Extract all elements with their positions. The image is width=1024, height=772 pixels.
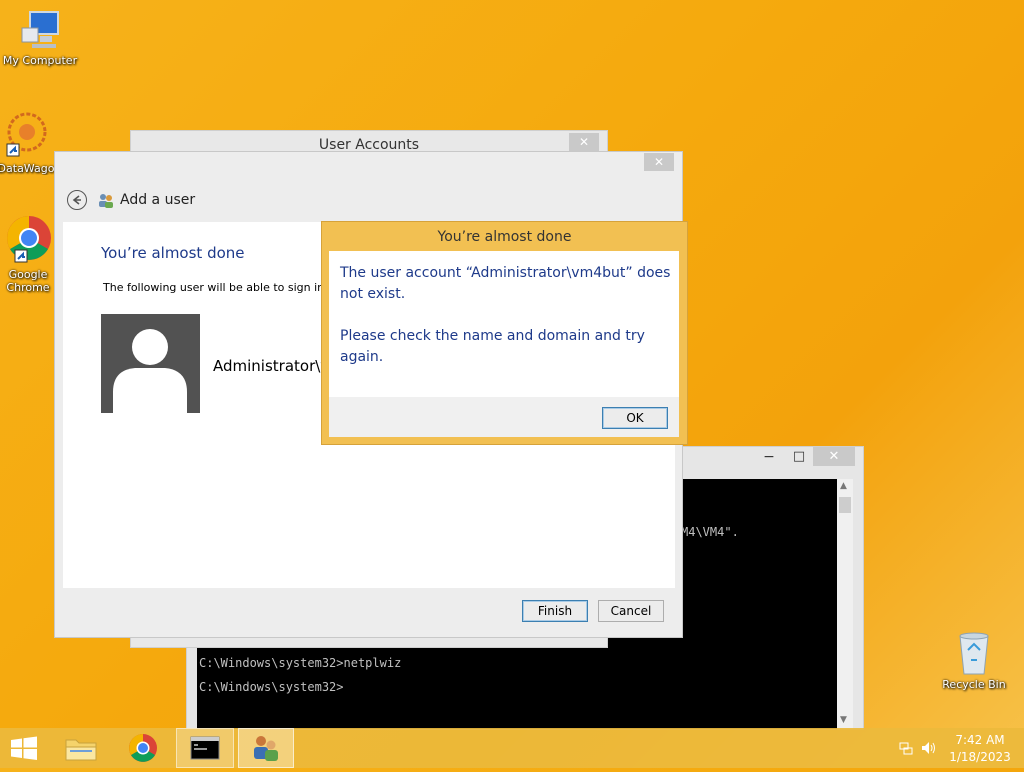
command-prompt-icon	[190, 736, 220, 760]
back-arrow-icon	[72, 195, 81, 205]
desktop-icon-chrome[interactable]: Google Chrome	[0, 214, 58, 294]
clock-date[interactable]: 1/18/2023	[944, 750, 1016, 764]
windows-logo-icon	[11, 736, 37, 760]
cmd-output-partial: M4\VM4".	[681, 525, 739, 539]
page-heading: You’re almost done	[101, 244, 245, 262]
desktop-icon-label: My Computer	[2, 54, 78, 67]
dialog-message-area: The user account “Administrator\vm4but” …	[329, 251, 679, 397]
volume-icon[interactable]	[921, 740, 937, 754]
datawago-icon	[3, 110, 49, 160]
scroll-down-icon[interactable]: ▼	[840, 715, 847, 725]
ok-button[interactable]: OK	[602, 407, 668, 429]
back-button[interactable]	[67, 190, 87, 210]
cmd-scrollbar[interactable]: ▲ ▼	[837, 479, 853, 729]
desktop-icon-my-computer[interactable]: My Computer	[0, 8, 80, 67]
user-silhouette-icon	[113, 329, 187, 413]
description-text: The following user will be able to sign …	[103, 281, 332, 294]
desktop-icon-label: Recycle Bin	[942, 678, 1006, 691]
taskbar-cmd[interactable]	[176, 728, 234, 768]
nav-title: Add a user	[120, 192, 196, 208]
computer-icon	[18, 8, 62, 52]
scroll-thumb[interactable]	[839, 497, 851, 513]
clock-time[interactable]: 7:42 AM	[944, 733, 1016, 747]
user-accounts-icon	[254, 736, 278, 761]
folder-icon	[65, 739, 97, 761]
desktop-icon-datawago[interactable]: DataWago	[0, 110, 56, 175]
cmd-line: C:\Windows\system32>netplwiz	[199, 656, 402, 670]
cmd-maximize-button[interactable]: □	[785, 449, 813, 469]
desktop-icon-label: DataWago	[0, 162, 55, 175]
avatar	[101, 314, 200, 413]
dialog-title: You’re almost done	[437, 229, 572, 245]
taskbar-chrome[interactable]	[120, 728, 166, 768]
cancel-button[interactable]: Cancel	[598, 600, 664, 622]
desktop-icon-recycle-bin[interactable]: Recycle Bin	[934, 630, 1014, 691]
add-user-close-button[interactable]: ✕	[644, 153, 674, 171]
cmd-close-button[interactable]: ✕	[813, 447, 855, 466]
start-button[interactable]	[0, 728, 48, 768]
users-icon	[97, 192, 115, 208]
network-icon[interactable]	[899, 740, 913, 755]
cmd-line: C:\Windows\system32>	[199, 680, 344, 694]
username-label: Administrator\v	[213, 357, 330, 375]
dialog-body: The user account “Administrator\vm4but” …	[329, 251, 679, 437]
cmd-minimize-button[interactable]: −	[755, 449, 783, 469]
message-dialog[interactable]: You’re almost done The user account “Adm…	[321, 221, 688, 445]
chrome-icon	[129, 734, 157, 762]
finish-button[interactable]: Finish	[522, 600, 588, 622]
taskbar-user-accounts[interactable]	[238, 728, 294, 768]
dialog-message-line1: The user account “Administrator\vm4but” …	[340, 265, 671, 302]
desktop-icon-label: Google Chrome	[6, 268, 50, 294]
taskbar: 7:42 AM 1/18/2023	[0, 728, 1024, 768]
user-accounts-close-button[interactable]: ✕	[569, 133, 599, 151]
recycle-bin-icon	[954, 630, 994, 676]
taskbar-file-explorer[interactable]	[58, 728, 104, 768]
scroll-up-icon[interactable]: ▲	[840, 481, 847, 491]
dialog-message-line2: Please check the name and domain and try…	[340, 328, 645, 365]
chrome-icon	[3, 214, 53, 266]
